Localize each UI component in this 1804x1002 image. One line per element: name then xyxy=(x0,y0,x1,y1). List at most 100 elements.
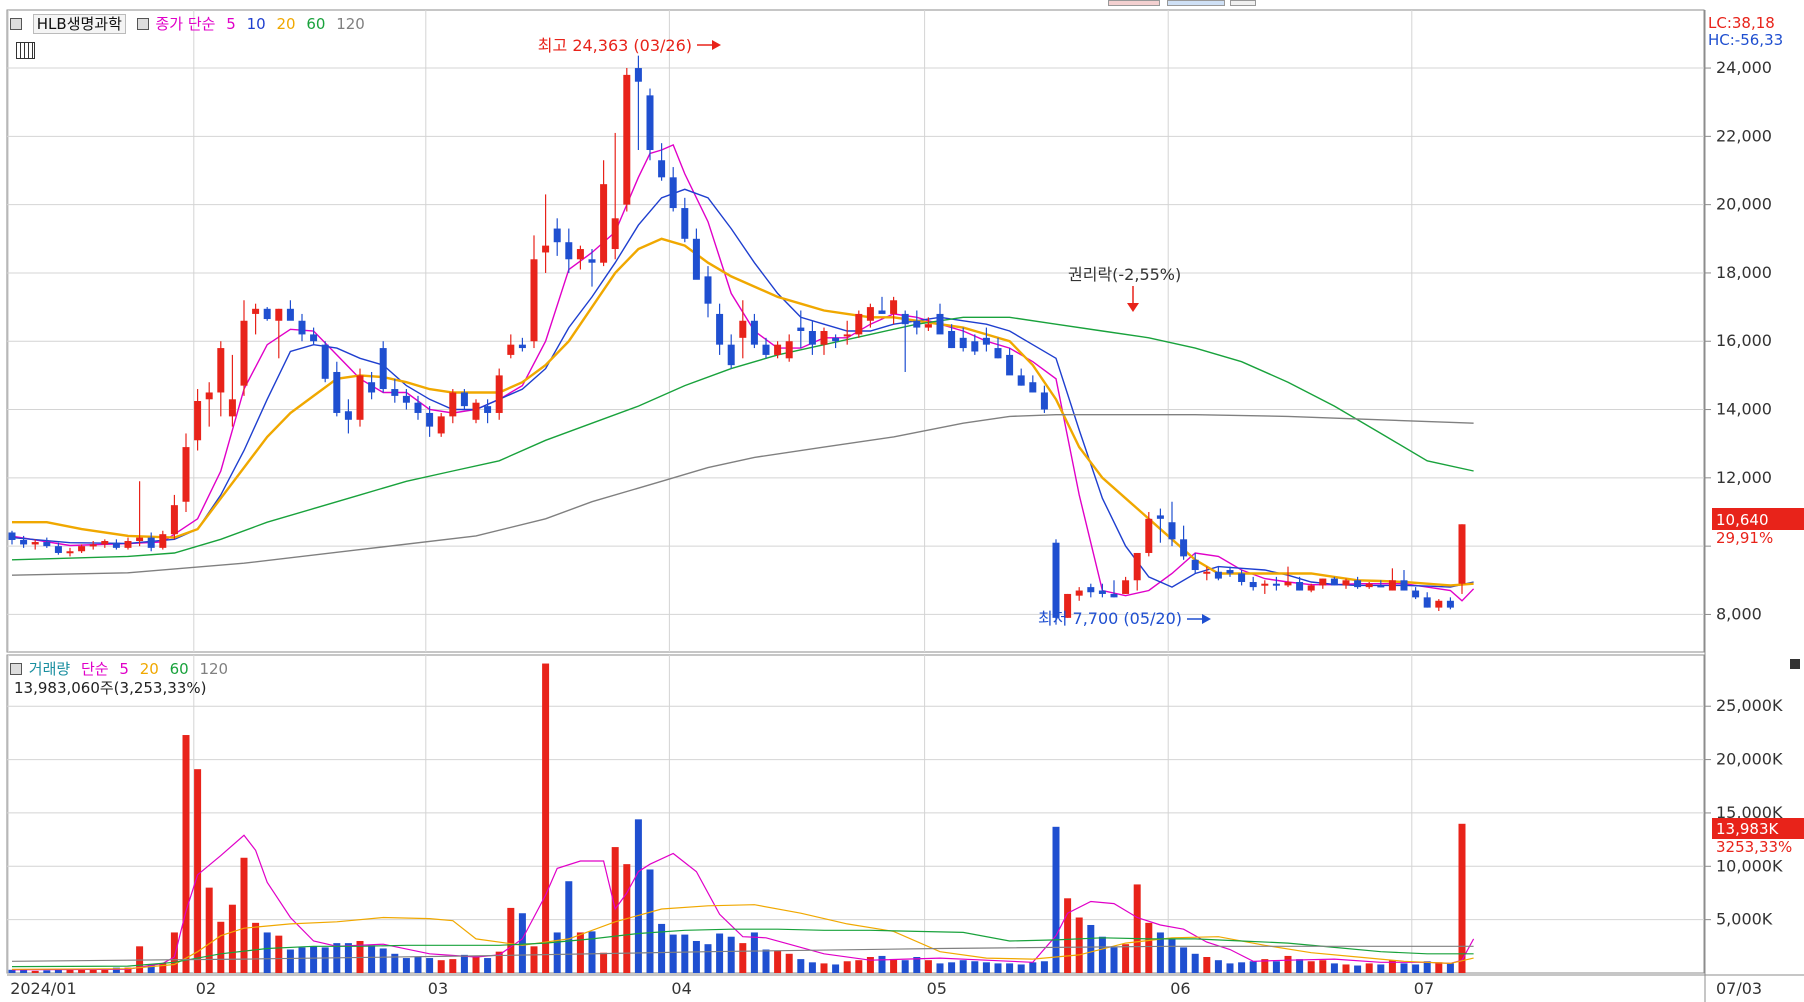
volume-bar xyxy=(460,954,468,973)
candle-body xyxy=(1145,518,1153,553)
volume-bar xyxy=(252,922,260,973)
volume-ma-label: 단순 xyxy=(80,660,109,678)
candle-body xyxy=(762,344,770,355)
grid-toggle-icon[interactable] xyxy=(16,42,35,59)
volume-bar xyxy=(414,956,422,973)
toolbar-button-1[interactable] xyxy=(1108,0,1160,6)
volume-bar xyxy=(437,960,445,973)
volume-panel-close-icon[interactable] xyxy=(1790,659,1800,669)
volume-bar xyxy=(1017,964,1025,973)
volume-bar xyxy=(936,963,944,973)
price-panel[interactable] xyxy=(6,9,1705,653)
volume-bar xyxy=(507,907,515,973)
candle-body xyxy=(704,276,712,304)
volume-bar xyxy=(1226,963,1234,973)
volume-bar xyxy=(1203,956,1211,973)
price-axis-label: 16,000 xyxy=(1716,331,1772,350)
toolbar-button-2[interactable] xyxy=(1167,0,1225,6)
volume-bar xyxy=(576,932,584,973)
volume-bar xyxy=(170,932,178,973)
candle-body xyxy=(1249,581,1257,588)
volume-settings-box[interactable] xyxy=(10,663,22,675)
volume-bar xyxy=(1284,955,1292,973)
candle-body xyxy=(1214,571,1222,579)
stock-selector-box[interactable] xyxy=(10,18,22,30)
price-axis-label: 8,000 xyxy=(1716,604,1762,623)
volume-axis-label: 10,000K xyxy=(1716,856,1783,875)
ma-period-20: 20 xyxy=(276,15,296,33)
volume-panel[interactable] xyxy=(6,654,1705,974)
date-axis-label: 2024/01 xyxy=(10,979,76,998)
volume-bar xyxy=(1122,944,1130,973)
candle-body xyxy=(1052,542,1060,618)
candle-body xyxy=(217,348,225,393)
candle-body xyxy=(878,310,886,314)
volume-bar xyxy=(1307,961,1315,973)
price-axis-label: 12,000 xyxy=(1716,468,1772,487)
volume-bar xyxy=(275,935,283,973)
candle-body xyxy=(1098,590,1106,594)
candle-body xyxy=(1156,515,1164,519)
candle-body xyxy=(530,259,538,342)
candle-body xyxy=(298,320,306,335)
volume-bar xyxy=(1342,964,1350,973)
date-axis-label: 06 xyxy=(1170,979,1190,998)
volume-bar xyxy=(1458,823,1466,973)
volume-bar xyxy=(298,947,306,973)
candle-body xyxy=(576,249,584,260)
volume-bar xyxy=(449,959,457,973)
volume-bar xyxy=(785,953,793,973)
candle-body xyxy=(646,95,654,151)
candle-body xyxy=(1191,559,1199,571)
candle-body xyxy=(518,344,526,349)
date-axis-label: 02 xyxy=(196,979,216,998)
price-axis-label: 18,000 xyxy=(1716,263,1772,282)
candle-body xyxy=(252,308,260,314)
volume-ma-period-5: 5 xyxy=(119,660,129,678)
candle-body xyxy=(611,218,619,250)
price-axis-label: 20,000 xyxy=(1716,195,1772,214)
volume-bar xyxy=(240,857,248,973)
volume-bar xyxy=(669,934,677,973)
volume-bar xyxy=(843,961,851,973)
candle-body xyxy=(20,539,28,545)
candle-body xyxy=(205,392,213,400)
volume-axis-label: 20,000K xyxy=(1716,750,1783,769)
volume-bar xyxy=(43,970,51,973)
candle-body xyxy=(832,337,840,342)
volume-bar xyxy=(1400,963,1408,973)
candle-body xyxy=(379,348,387,390)
volume-bar xyxy=(1296,959,1304,973)
volume-bar xyxy=(959,960,967,973)
candle-body xyxy=(1296,581,1304,591)
stock-name[interactable]: HLB생명과학 xyxy=(32,14,126,34)
candle-body xyxy=(785,341,793,359)
candle-body xyxy=(8,532,16,540)
price-axis-label: 22,000 xyxy=(1716,126,1772,145)
volume-bar xyxy=(205,887,213,973)
candle-body xyxy=(472,402,480,420)
volume-bar xyxy=(762,949,770,973)
high-annotation-label: 최고 24,363 (03/26) xyxy=(538,36,692,55)
candle-body xyxy=(495,375,503,413)
candle-body xyxy=(1435,600,1443,608)
volume-bar xyxy=(1006,963,1014,973)
ma-period-120: 120 xyxy=(336,15,365,33)
ma-settings-box[interactable] xyxy=(136,18,149,30)
candle-body xyxy=(716,313,724,345)
candle-body xyxy=(124,541,132,548)
candle-body xyxy=(634,68,642,82)
volume-bar xyxy=(194,769,202,973)
candle-body xyxy=(924,324,932,328)
candle-body xyxy=(959,337,967,349)
volume-bar xyxy=(1319,960,1327,973)
candle-body xyxy=(507,344,515,355)
candle-body xyxy=(542,245,550,253)
hc-badge: HC:-56,33 xyxy=(1708,31,1783,49)
candle-body xyxy=(1354,580,1362,588)
volume-bar xyxy=(855,960,863,973)
toolbar-button-3[interactable] xyxy=(1230,0,1256,6)
candle-body xyxy=(774,344,782,355)
volume-bar xyxy=(971,961,979,973)
volume-change-badge: 3253,33% xyxy=(1716,838,1792,856)
